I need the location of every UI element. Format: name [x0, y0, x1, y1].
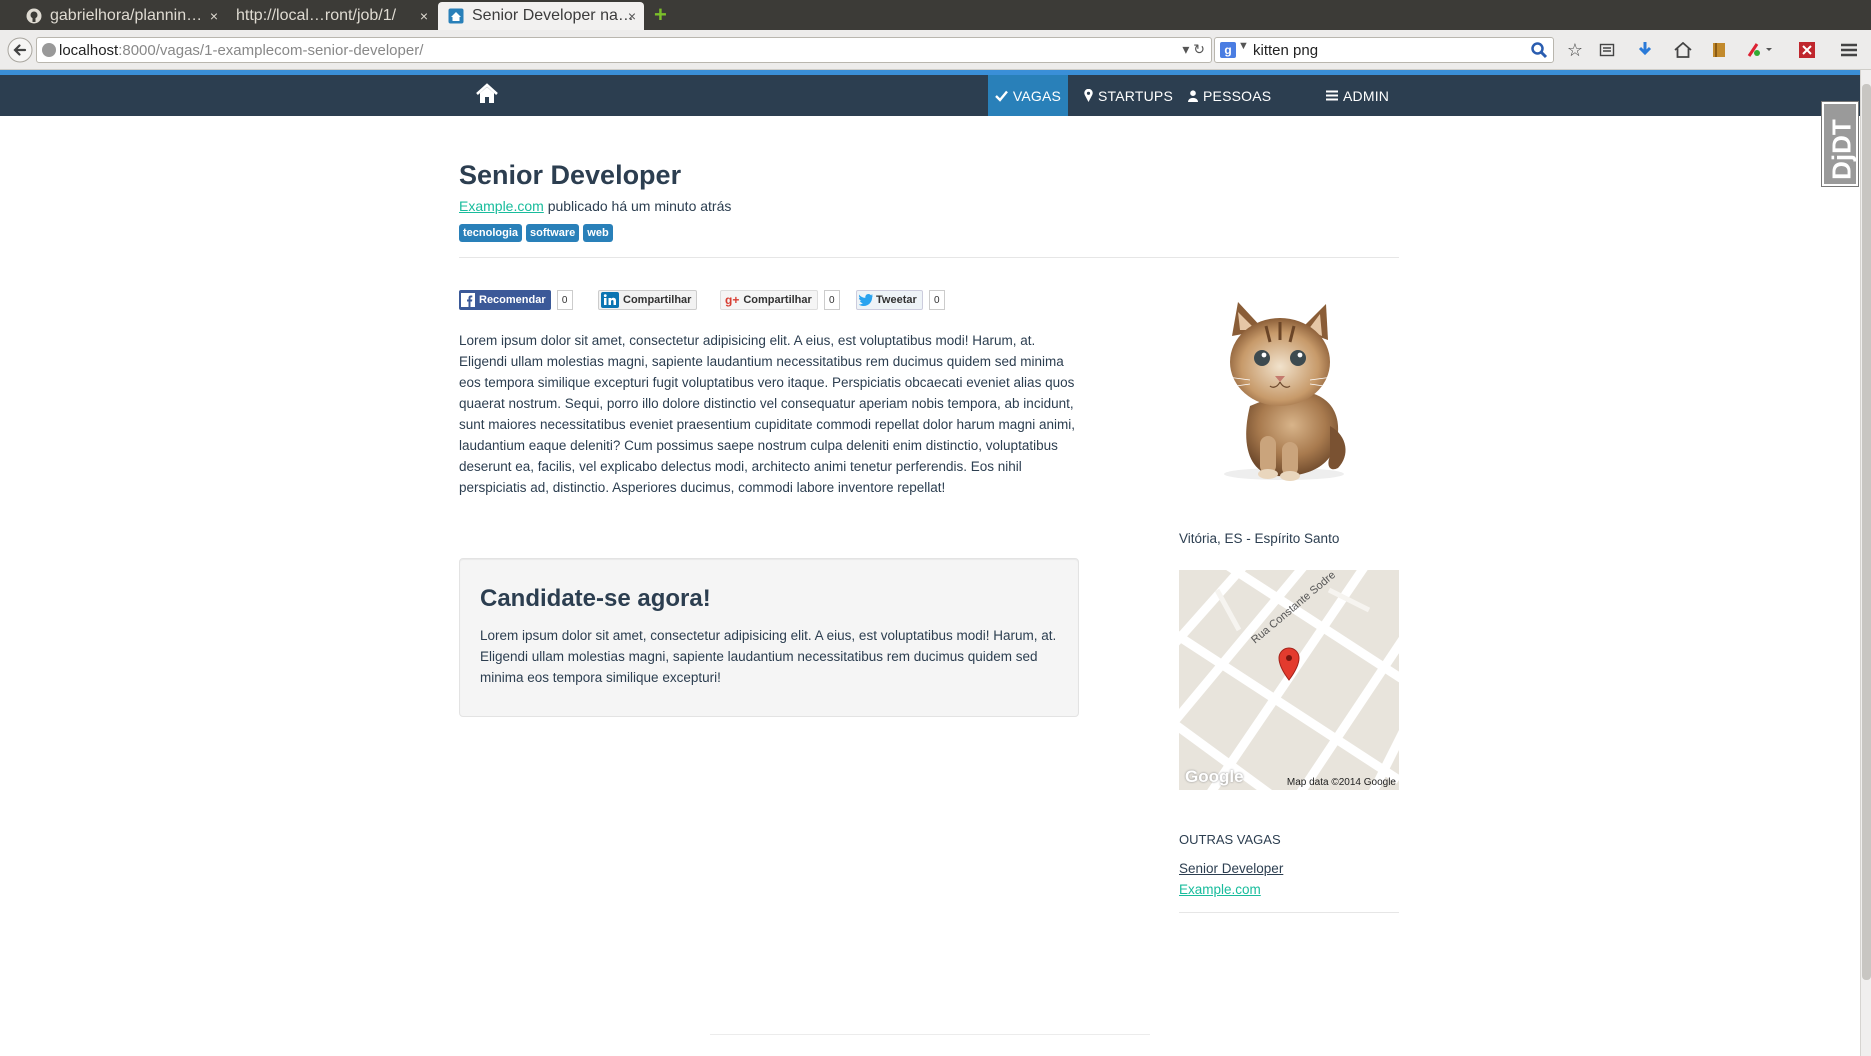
nav-pessoas[interactable]: PESSOAS: [1188, 75, 1271, 116]
tab-label: http://local…ront/job/1/: [236, 7, 397, 24]
addon-puzzle-icon[interactable]: [1796, 39, 1818, 61]
reload-icon[interactable]: ▾ ↻: [1182, 41, 1205, 58]
twitter-label: Tweetar: [876, 294, 917, 306]
map-marker-icon: [1084, 89, 1093, 102]
posted-time: publicado há um minuto atrás: [547, 198, 732, 214]
job-location: Vitória, ES - Espírito Santo: [1179, 531, 1340, 546]
gplus-count: 0: [823, 290, 840, 310]
back-button[interactable]: [6, 35, 34, 65]
map-credit[interactable]: Map data ©2014 Google: [1287, 777, 1396, 788]
linkedin-share-button[interactable]: Compartilhar: [598, 290, 698, 310]
page-favicon-icon: [448, 8, 464, 24]
google-engine-icon[interactable]: g: [1220, 42, 1236, 58]
divider: [459, 257, 1399, 258]
tab-label: gabrielhora/plannin…: [50, 7, 203, 24]
home-icon[interactable]: [476, 83, 498, 110]
divider: [1179, 912, 1399, 913]
browser-navbar: localhost:8000/vagas/1-examplecom-senior…: [0, 30, 1871, 70]
nav-vagas-label: VAGAS: [1012, 87, 1062, 104]
nav-startups-label: STARTUPS: [1098, 87, 1173, 104]
google-plus-icon: g+: [725, 293, 740, 307]
twitter-count: 0: [928, 290, 945, 310]
addon-book-icon[interactable]: [1708, 39, 1730, 61]
github-icon: [26, 8, 42, 24]
nav-admin-label: ADMIN: [1343, 87, 1390, 104]
location-map[interactable]: Rua Constante Sodre Google Map data ©201…: [1179, 570, 1399, 790]
facebook-recommend-button[interactable]: Recomendar: [459, 290, 551, 310]
apply-text: Lorem ipsum dolor sit amet, consectetur …: [480, 628, 1057, 685]
browser-tabbar: gabrielhora/plannin… × http://local…ront…: [0, 0, 1871, 30]
gplus-label: Compartilhar: [743, 294, 812, 306]
close-tab-icon[interactable]: ×: [628, 8, 636, 24]
close-tab-icon[interactable]: ×: [210, 8, 218, 24]
apply-title: Candidate-se agora!: [480, 585, 711, 612]
django-debug-toolbar-handle[interactable]: DjDT: [1821, 101, 1859, 187]
search-text: kitten png: [1253, 41, 1319, 59]
site-identity-icon: [42, 43, 56, 57]
facebook-icon: [461, 293, 475, 307]
home-icon[interactable]: [1672, 39, 1694, 61]
nav-startups[interactable]: STARTUPS: [1084, 75, 1173, 116]
linkedin-share: Compartilhar: [598, 289, 698, 311]
check-icon: [995, 90, 1008, 102]
menu-icon[interactable]: [1838, 39, 1860, 61]
browser-tab-2[interactable]: http://local…ront/job/1/ ×: [226, 2, 436, 30]
page-title: Senior Developer: [459, 160, 682, 190]
download-icon[interactable]: [1634, 39, 1656, 61]
tag-badge[interactable]: software: [526, 224, 580, 242]
scrollbar-thumb[interactable]: [1862, 84, 1871, 980]
menu-bars-icon: [1326, 90, 1338, 101]
browser-tab-1[interactable]: gabrielhora/plannin… ×: [16, 2, 226, 30]
other-job-company-link[interactable]: Example.com: [1179, 882, 1261, 897]
footer-divider: [710, 1034, 1150, 1035]
tag-badge[interactable]: web: [583, 224, 613, 242]
tweet-button[interactable]: Tweetar: [856, 290, 923, 310]
nav-vagas[interactable]: VAGAS: [988, 75, 1068, 116]
other-jobs-heading: OUTRAS VAGAS: [1179, 832, 1281, 847]
addon-pencil-icon[interactable]: [1744, 39, 1778, 61]
page-scrollbar[interactable]: [1860, 70, 1871, 1056]
facebook-label: Recomendar: [479, 294, 546, 306]
gplus-share-button[interactable]: g+ Compartilhar: [720, 290, 818, 310]
url-path: :8000/vagas/1-examplecom-senior-develope…: [118, 41, 424, 59]
search-icon[interactable]: [1530, 41, 1548, 63]
ddt-label: DjDT: [1826, 119, 1857, 180]
tag-badge[interactable]: tecnologia: [459, 224, 523, 242]
facebook-count: 0: [556, 290, 573, 310]
site-navbar: VAGAS STARTUPS PESSOAS ADMIN: [0, 75, 1860, 116]
twitter-share: Tweetar 0: [856, 289, 945, 311]
job-tags: tecnologia software web: [459, 224, 613, 242]
chevron-down-icon[interactable]: ▼: [1238, 40, 1249, 52]
url-host: localhost: [59, 41, 119, 59]
facebook-share: Recomendar 0: [459, 289, 573, 311]
gplus-share: g+ Compartilhar 0: [720, 289, 840, 311]
close-tab-icon[interactable]: ×: [420, 8, 428, 24]
linkedin-label: Compartilhar: [623, 294, 692, 306]
new-tab-button[interactable]: +: [654, 4, 667, 26]
nav-pessoas-label: PESSOAS: [1203, 87, 1272, 104]
other-job-title-link[interactable]: Senior Developer: [1179, 861, 1283, 876]
twitter-bird-icon: [859, 294, 873, 306]
user-icon: [1188, 89, 1198, 102]
url-bar[interactable]: localhost:8000/vagas/1-examplecom-senior…: [36, 37, 1212, 63]
search-input[interactable]: g ▼ kitten png: [1214, 37, 1554, 63]
google-map-logo[interactable]: Google: [1185, 767, 1244, 787]
apply-box: Candidate-se agora! Lorem ipsum dolor si…: [459, 558, 1079, 717]
company-link[interactable]: Example.com: [459, 198, 544, 214]
job-subtitle: Example.com publicado há um minuto atrás: [459, 198, 731, 214]
back-arrow-icon: [7, 37, 33, 63]
nav-admin[interactable]: ADMIN: [1326, 75, 1389, 116]
bookmark-star-icon[interactable]: ☆: [1564, 39, 1586, 61]
company-logo-kitten: [1180, 296, 1376, 492]
linkedin-icon: [601, 292, 619, 308]
job-description: Lorem ipsum dolor sit amet, consectetur …: [459, 333, 1076, 495]
reading-list-icon[interactable]: [1596, 39, 1618, 61]
tab-label: Senior Developer na…: [472, 7, 634, 24]
browser-tab-3[interactable]: Senior Developer na… ×: [438, 2, 644, 30]
